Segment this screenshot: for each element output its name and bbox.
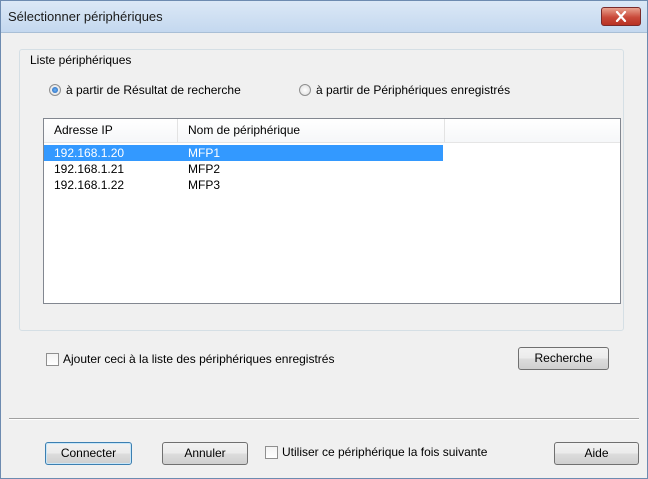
device-list-table[interactable]: Adresse IP Nom de périphérique 192.168.1…: [43, 118, 621, 304]
dialog-content: Liste périphériques à partir de Résultat…: [9, 33, 639, 470]
table-header: Adresse IP Nom de périphérique: [44, 119, 620, 143]
device-list-group-label: Liste périphériques: [27, 53, 135, 67]
cell-device-name: MFP1: [188, 146, 221, 160]
checkbox-label: Ajouter ceci à la liste des périphérique…: [63, 352, 335, 366]
radio-from-search-results[interactable]: à partir de Résultat de recherche: [49, 83, 241, 97]
search-button[interactable]: Recherche: [518, 347, 609, 370]
use-next-time-checkbox[interactable]: Utiliser ce périphérique la fois suivant…: [265, 445, 487, 459]
radio-button-checked[interactable]: [49, 84, 61, 96]
table-body: 192.168.1.20 MFP1 192.168.1.21 MFP2 192.…: [44, 145, 620, 193]
dialog-window: Sélectionner périphériques Liste périphé…: [0, 0, 648, 479]
close-icon: [615, 11, 627, 22]
window-title: Sélectionner périphériques: [8, 9, 163, 24]
checkbox-box[interactable]: [265, 445, 278, 459]
table-row[interactable]: 192.168.1.20 MFP1: [44, 145, 443, 161]
connect-button[interactable]: Connecter: [45, 442, 132, 465]
cell-ip: 192.168.1.20: [54, 146, 125, 160]
cell-ip: 192.168.1.21: [54, 162, 125, 176]
close-button[interactable]: [601, 7, 641, 26]
radio-label: à partir de Périphériques enregistrés: [316, 83, 511, 97]
title-bar: Sélectionner périphériques: [1, 1, 647, 33]
cell-device-name: MFP3: [188, 178, 221, 192]
add-to-registered-list-checkbox[interactable]: Ajouter ceci à la liste des périphérique…: [46, 352, 334, 366]
cell-ip: 192.168.1.22: [54, 178, 125, 192]
column-header-device-name[interactable]: Nom de périphérique: [178, 119, 445, 142]
table-row[interactable]: 192.168.1.22 MFP3: [44, 177, 620, 193]
radio-from-registered-devices[interactable]: à partir de Périphériques enregistrés: [299, 83, 510, 97]
checkbox-label: Utiliser ce périphérique la fois suivant…: [282, 445, 488, 459]
footer-separator: [9, 418, 639, 420]
radio-button-unchecked[interactable]: [299, 84, 311, 96]
help-button[interactable]: Aide: [554, 442, 639, 465]
column-header-ip[interactable]: Adresse IP: [44, 119, 178, 142]
cell-device-name: MFP2: [188, 162, 221, 176]
table-row[interactable]: 192.168.1.21 MFP2: [44, 161, 620, 177]
radio-label: à partir de Résultat de recherche: [66, 83, 241, 97]
cancel-button[interactable]: Annuler: [162, 442, 248, 465]
checkbox-box[interactable]: [46, 352, 59, 366]
